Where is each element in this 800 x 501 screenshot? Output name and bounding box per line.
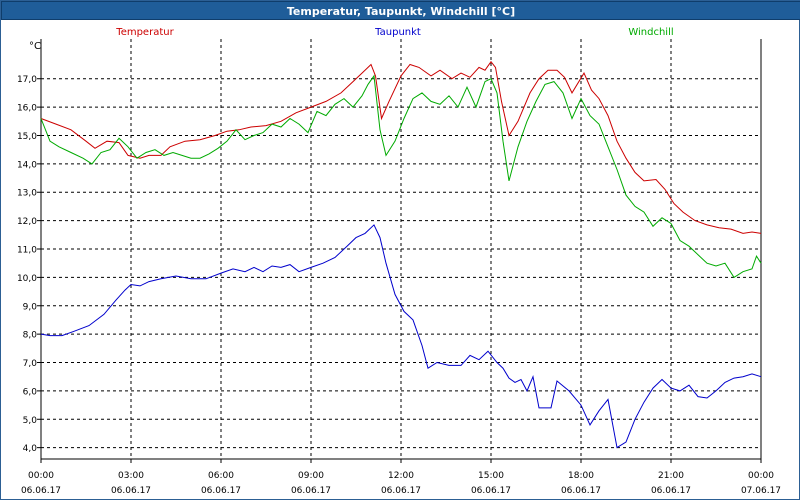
y-axis-ticks: 4,0 5,0 6,0 7,0 8,0 9,0 10,0 11,0 12,0 13,0 14,0 15…	[17, 75, 41, 454]
y-tick-label: 4,0	[23, 444, 38, 454]
x-tick-date: 06.06.17	[201, 486, 241, 496]
y-tick-label: 5,0	[23, 416, 38, 426]
y-axis-label: °C	[29, 41, 41, 52]
legend-temperatur: Temperatur	[115, 27, 174, 38]
y-tick-label: 6,0	[23, 387, 38, 397]
x-tick-time: 03:00	[118, 471, 144, 481]
x-tick-date: 06.06.17	[21, 486, 61, 496]
y-tick-label: 12,0	[17, 217, 37, 227]
x-tick-time: 21:00	[658, 471, 684, 481]
x-axis-ticks: 00:00 06.06.17 03:00 06.06.17 06:00 06.06.17 0…	[21, 459, 781, 496]
x-tick-date: 06.06.17	[561, 486, 601, 496]
x-tick-time: 12:00	[388, 471, 414, 481]
legend-taupunkt: Taupunkt	[374, 27, 421, 38]
y-tick-label: 13,0	[17, 189, 37, 199]
series-line-taupunkt	[40, 224, 762, 449]
x-tick-time: 00:00	[28, 471, 54, 481]
y-tick-label: 16,0	[17, 104, 37, 114]
y-tick-label: 14,0	[17, 160, 37, 170]
x-tick-date: 07.06.17	[741, 486, 781, 496]
x-tick-date: 06.06.17	[111, 486, 151, 496]
y-tick-label: 7,0	[23, 359, 38, 369]
x-tick-time: 06:00	[208, 471, 234, 481]
x-tick-time: 09:00	[298, 471, 324, 481]
y-tick-label: 17,0	[17, 75, 37, 85]
x-tick-date: 06.06.17	[471, 486, 511, 496]
chart-window: Temperatur, Taupunkt, Windchill [°C] 4,0…	[0, 0, 800, 500]
x-tick-time: 00:00	[748, 471, 774, 481]
chart-canvas: 4,0 5,0 6,0 7,0 8,0 9,0 10,0 11,0 12,0 13,0 14,0 15…	[17, 27, 781, 496]
y-tick-label: 15,0	[17, 132, 37, 142]
y-tick-label: 11,0	[17, 246, 37, 256]
legend-windchill: Windchill	[628, 27, 673, 38]
x-tick-time: 15:00	[478, 471, 504, 481]
y-tick-label: 10,0	[17, 274, 37, 284]
x-tick-date: 06.06.17	[381, 486, 421, 496]
y-tick-label: 9,0	[23, 302, 38, 312]
y-tick-label: 8,0	[23, 331, 38, 341]
x-tick-time: 18:00	[568, 471, 594, 481]
x-tick-date: 06.06.17	[291, 486, 331, 496]
grid	[41, 39, 761, 459]
legend: Temperatur Taupunkt Windchill	[115, 27, 673, 38]
x-tick-date: 06.06.17	[651, 486, 691, 496]
